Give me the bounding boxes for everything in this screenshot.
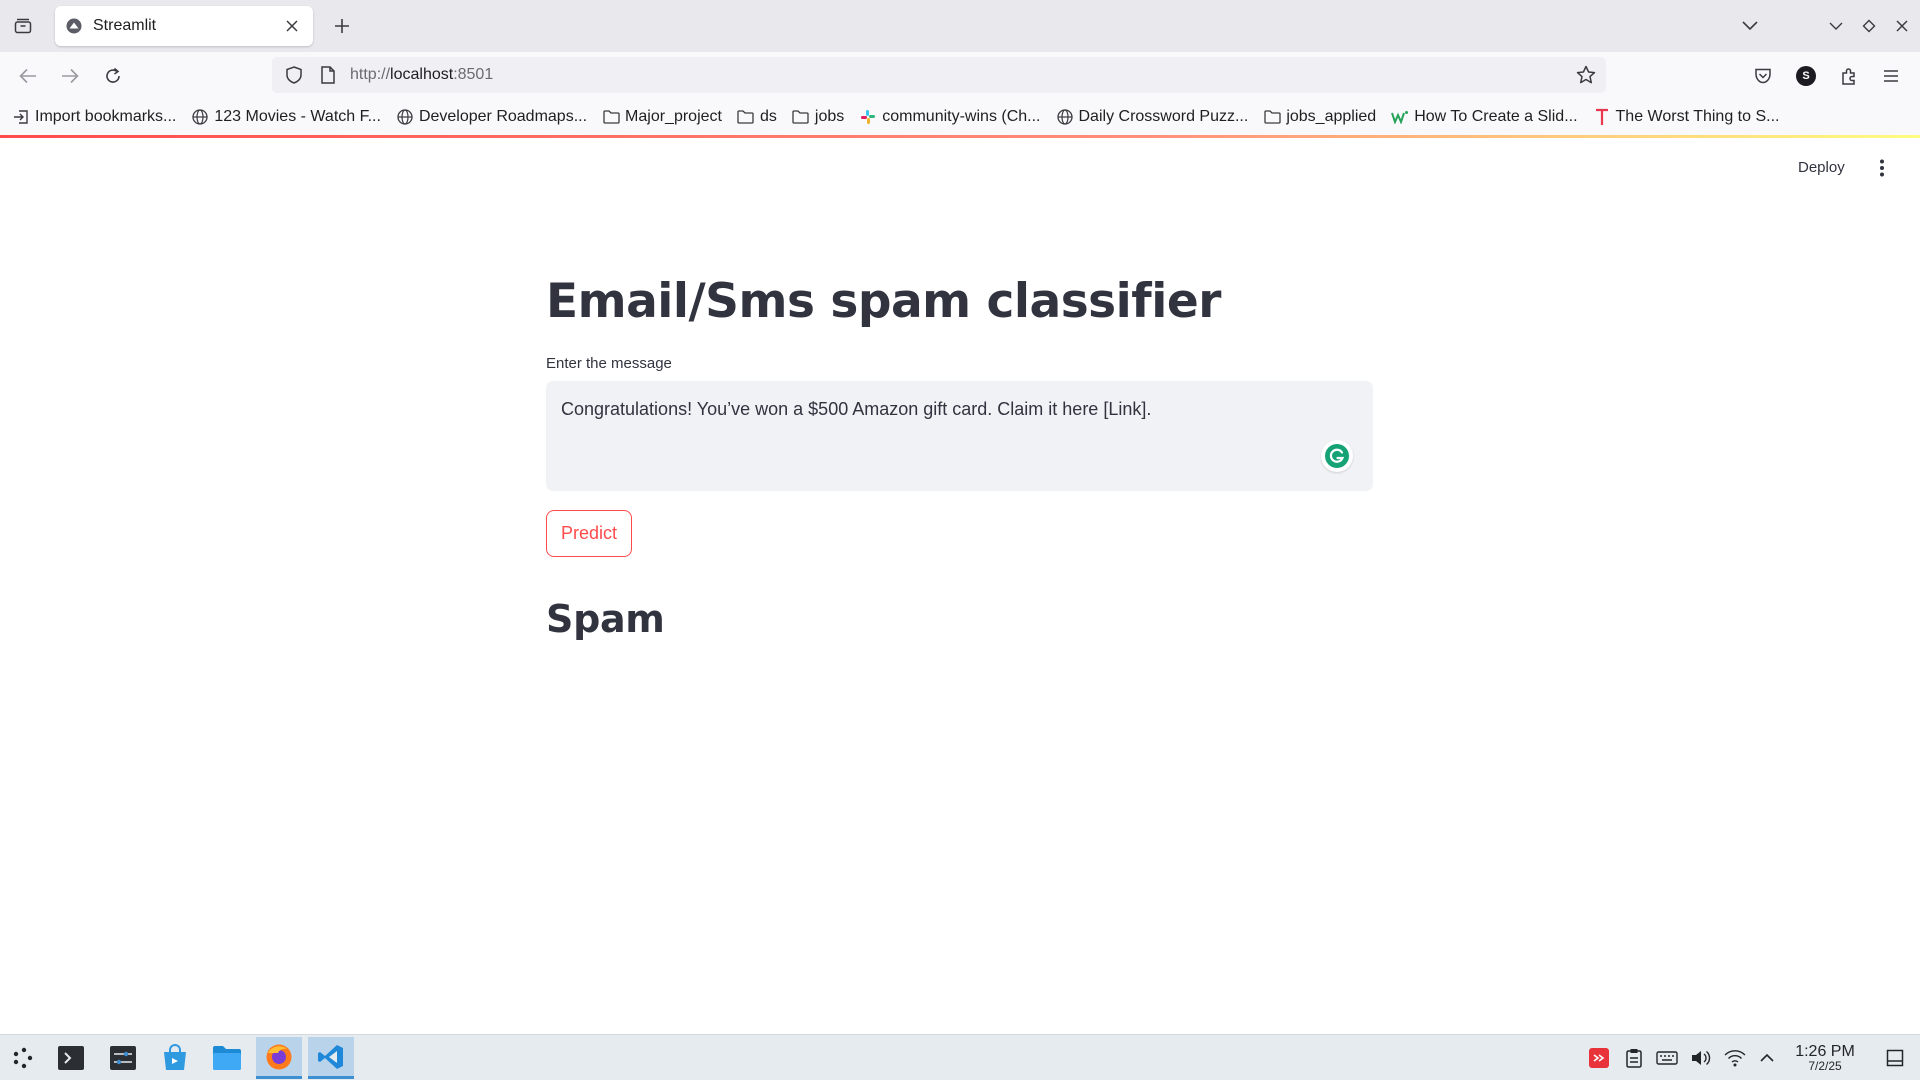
hamburger-menu-icon[interactable]: [1876, 61, 1906, 91]
url-text: http://localhost:8501: [350, 66, 493, 84]
bookmark-folder[interactable]: ds: [737, 108, 777, 126]
grammarly-icon[interactable]: [1321, 440, 1353, 472]
screen-recorder-icon[interactable]: [1586, 1045, 1612, 1071]
page-title: Email/Sms spam classifier: [546, 274, 1221, 329]
chevron-up-icon[interactable]: [1754, 1045, 1780, 1071]
bookmark-label: Developer Roadmaps...: [418, 107, 588, 125]
app-header: Deploy: [0, 138, 1920, 198]
launcher-icon[interactable]: [0, 1037, 46, 1079]
message-input-label: Enter the message: [546, 355, 672, 372]
address-bar[interactable]: http://localhost:8501: [272, 57, 1606, 93]
bookmark-label: How To Create a Slid...: [1414, 107, 1578, 125]
forward-arrow-icon[interactable]: [55, 61, 85, 91]
browser-nav-bar: http://localhost:8501 S: [0, 52, 1920, 98]
bookmark-label: Import bookmarks...: [35, 107, 177, 125]
page-icon[interactable]: [316, 63, 340, 87]
message-textarea-value: Congratulations! You’ve won a $500 Amazo…: [561, 399, 1152, 419]
url-scheme: http://: [350, 66, 391, 83]
bookmark-label: community-wins (Ch...: [882, 107, 1041, 125]
terminal-icon[interactable]: [48, 1037, 94, 1079]
folder-icon: [1263, 108, 1281, 126]
show-desktop-icon[interactable]: [1882, 1045, 1908, 1071]
reload-icon[interactable]: [98, 61, 128, 91]
bookmark-item[interactable]: Import bookmarks...: [12, 108, 176, 126]
bookmark-folder[interactable]: jobs_applied: [1263, 108, 1376, 126]
clock-date: 7/2/25: [1808, 1059, 1842, 1073]
firefox-icon[interactable]: [256, 1037, 302, 1079]
import-icon: [12, 108, 30, 126]
bookmark-label: Daily Crossword Puzz...: [1078, 107, 1249, 125]
avatar-initial: S: [1802, 70, 1810, 82]
volume-icon[interactable]: [1688, 1045, 1714, 1071]
maximize-icon[interactable]: [1855, 12, 1883, 40]
streamlit-favicon-icon: [65, 17, 83, 35]
clock[interactable]: 1:26 PM 7/2/25: [1790, 1043, 1860, 1073]
bookmark-label: jobs_applied: [1286, 107, 1377, 125]
list-all-tabs-icon[interactable]: [1736, 12, 1764, 40]
account-avatar-icon[interactable]: S: [1791, 61, 1821, 91]
wikihow-icon: [1391, 108, 1409, 126]
tab-list-icon[interactable]: [10, 14, 36, 38]
prediction-result: Spam: [546, 597, 665, 641]
keyboard-icon[interactable]: [1654, 1045, 1680, 1071]
tab-title: Streamlit: [93, 17, 157, 34]
bookmark-folder[interactable]: jobs: [792, 108, 844, 126]
pocket-icon[interactable]: [1748, 61, 1778, 91]
new-tab-icon[interactable]: [328, 12, 356, 40]
vscode-icon[interactable]: [308, 1037, 354, 1079]
predict-button[interactable]: Predict: [546, 510, 633, 557]
bookmark-item[interactable]: community-wins (Ch...: [859, 107, 1041, 126]
globe-icon: [1056, 108, 1074, 126]
bookmark-label: ds: [759, 107, 777, 125]
bookmark-folder[interactable]: Major_project: [602, 108, 722, 126]
shield-icon[interactable]: [282, 63, 306, 87]
more-vertical-icon[interactable]: [1868, 154, 1896, 182]
url-host: localhost: [390, 66, 454, 83]
url-port: :8501: [453, 66, 494, 83]
bookmark-label: Major_project: [625, 107, 722, 125]
close-tab-icon[interactable]: [279, 13, 305, 39]
system-monitor-icon[interactable]: [100, 1037, 146, 1079]
deploy-button[interactable]: Deploy: [1792, 152, 1851, 182]
back-arrow-icon[interactable]: [13, 61, 43, 91]
bookmark-label: 123 Movies - Watch F...: [214, 107, 381, 125]
folder-icon: [737, 108, 755, 126]
file-manager-icon[interactable]: [204, 1037, 250, 1079]
bookmark-item[interactable]: 123 Movies - Watch F...: [191, 108, 381, 126]
bookmark-item[interactable]: The Worst Thing to S...: [1593, 107, 1780, 126]
bookmark-item[interactable]: Developer Roadmaps...: [396, 108, 587, 126]
bookmark-label: jobs: [814, 107, 845, 125]
clock-time: 1:26 PM: [1795, 1043, 1855, 1060]
folder-icon: [602, 108, 620, 126]
slack-icon: [859, 108, 877, 126]
browser-tab-bar: Streamlit: [0, 0, 1920, 52]
wifi-icon[interactable]: [1722, 1045, 1748, 1071]
folder-icon: [792, 108, 810, 126]
bookmarks-toolbar: Import bookmarks... 123 Movies - Watch F…: [0, 98, 1920, 135]
taskbar: 1:26 PM 7/2/25: [0, 1034, 1920, 1080]
tab-streamlit[interactable]: Streamlit: [55, 6, 313, 46]
extensions-icon[interactable]: [1834, 61, 1864, 91]
globe-icon: [191, 108, 209, 126]
bookmark-star-icon[interactable]: [1574, 63, 1598, 87]
bookmark-label: The Worst Thing to S...: [1615, 107, 1780, 125]
bookmark-item[interactable]: How To Create a Slid...: [1391, 107, 1578, 126]
minimize-icon[interactable]: [1822, 12, 1850, 40]
globe-icon: [396, 108, 414, 126]
clipboard-icon[interactable]: [1621, 1045, 1647, 1071]
software-store-icon[interactable]: [152, 1037, 198, 1079]
close-window-icon[interactable]: [1888, 12, 1916, 40]
bookmark-item[interactable]: Daily Crossword Puzz...: [1056, 107, 1249, 126]
message-textarea[interactable]: Congratulations! You’ve won a $500 Amazo…: [546, 381, 1373, 491]
main-content: Email/Sms spam classifier Enter the mess…: [546, 260, 1373, 641]
t-logo-icon: [1593, 108, 1611, 126]
